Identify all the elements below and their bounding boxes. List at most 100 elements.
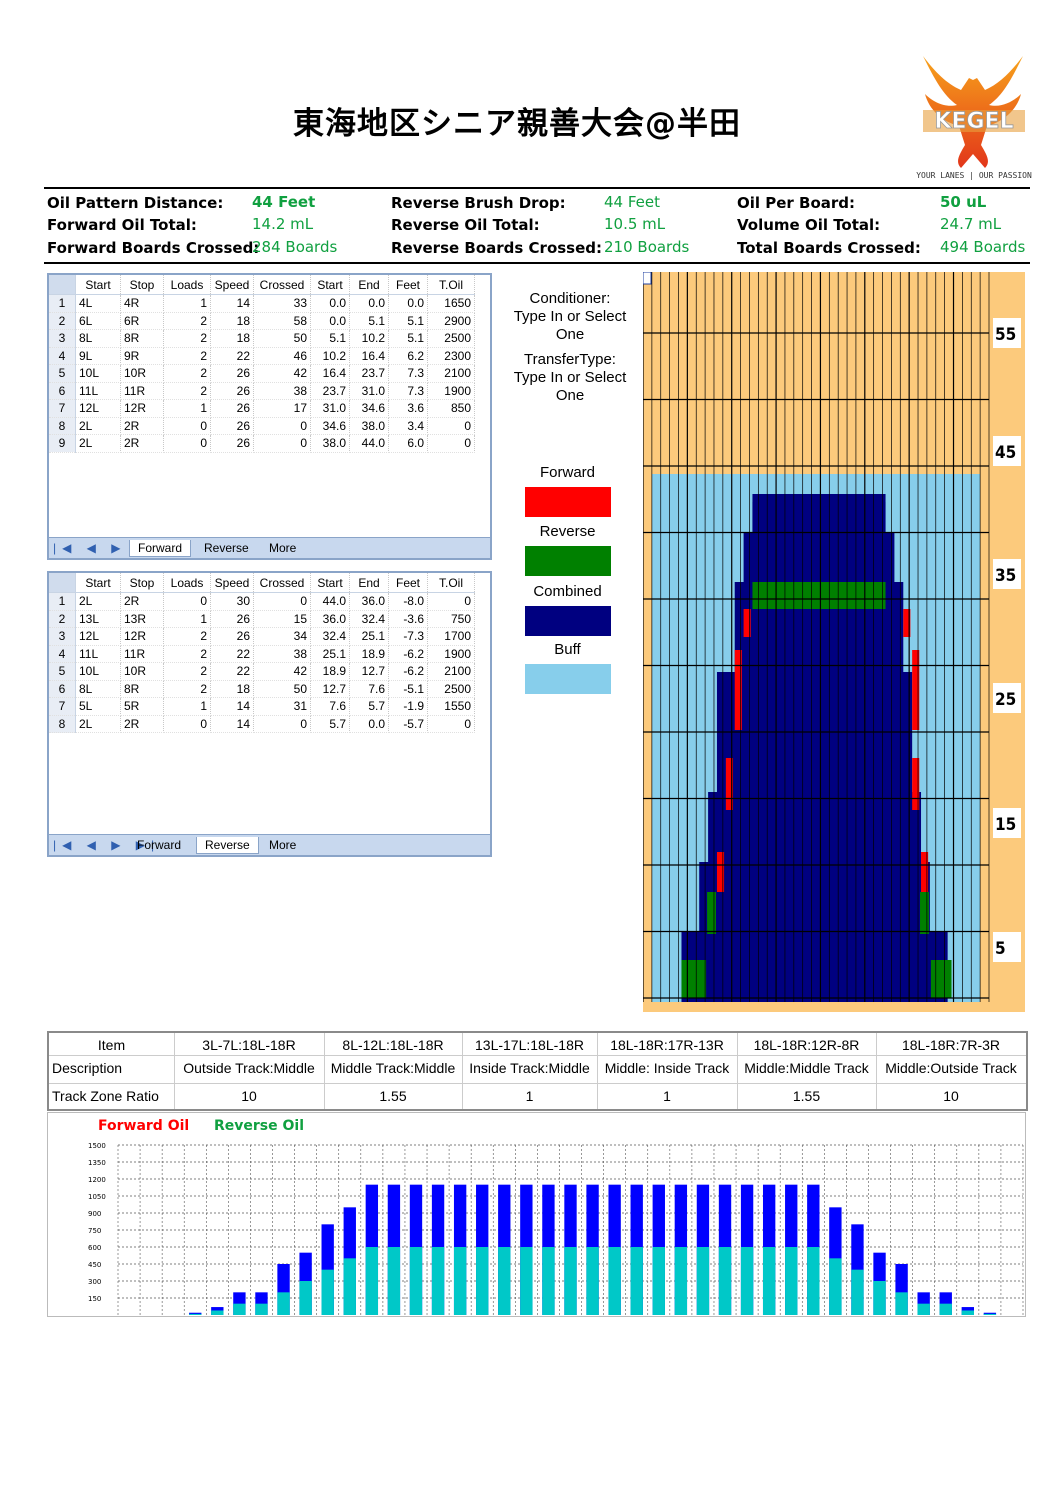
grid-cell[interactable]: 26 [210,399,254,418]
grid-cell[interactable]: 5.1 [310,329,350,348]
grid-cell[interactable]: 2 [163,680,211,698]
grid-cell[interactable]: 10.2 [310,347,350,365]
grid-cell[interactable]: 15 [253,610,311,628]
grid-cell[interactable]: 1 [163,294,211,313]
grid-cell[interactable]: 2300 [427,347,475,365]
grid-cell[interactable]: 34.6 [310,417,350,435]
grid-column-header[interactable]: Start [75,275,121,295]
grid-cell[interactable]: 11L [75,382,121,400]
grid-cell[interactable]: 16.4 [349,347,389,365]
grid-cell[interactable]: 10.2 [349,329,389,348]
row-number[interactable]: 3 [49,627,76,646]
grid-cell[interactable]: 10R [120,364,164,383]
row-number[interactable]: 8 [49,417,76,435]
grid-cell[interactable]: 2900 [427,312,475,330]
grid-cell[interactable]: 12R [120,399,164,418]
grid-cell[interactable]: 1700 [427,627,475,646]
grid-cell[interactable]: 5.1 [388,329,428,348]
row-number[interactable]: 5 [49,662,76,681]
grid-cell[interactable]: 38 [253,382,311,400]
tab-reverse[interactable]: Reverse [196,540,257,556]
grid-cell[interactable]: 31.0 [349,382,389,400]
grid-column-header[interactable]: Stop [120,275,164,295]
grid-cell[interactable]: 850 [427,399,475,418]
grid-cell[interactable]: 44.0 [310,592,350,611]
tab-more[interactable]: More [261,540,304,556]
grid-cell[interactable]: 22 [210,662,254,681]
grid-corner[interactable] [49,275,76,295]
grid-cell[interactable]: 14 [210,294,254,313]
grid-cell[interactable]: 25.1 [310,645,350,663]
grid-column-header[interactable]: Speed [210,573,254,593]
grid-cell[interactable]: 11R [120,382,164,400]
grid-column-header[interactable]: Speed [210,275,254,295]
grid-cell[interactable]: 0 [427,434,475,453]
grid-cell[interactable]: 23.7 [310,382,350,400]
grid-cell[interactable]: 0 [163,592,211,611]
grid-cell[interactable]: 42 [253,662,311,681]
grid-cell[interactable]: 31.0 [310,399,350,418]
grid-cell[interactable]: 14 [210,715,254,733]
row-number[interactable]: 7 [49,697,76,716]
grid-cell[interactable]: 6.2 [388,347,428,365]
grid-column-header[interactable]: Crossed [253,275,311,295]
grid-cell[interactable]: 6L [75,312,121,330]
grid-cell[interactable]: 10L [75,364,121,383]
grid-column-header[interactable]: Loads [163,573,211,593]
grid-column-header[interactable]: Feet [388,275,428,295]
grid-cell[interactable]: 0 [427,715,475,733]
grid-cell[interactable]: 50 [253,329,311,348]
grid-cell[interactable]: 2 [163,347,211,365]
grid-cell[interactable]: 18.9 [310,662,350,681]
row-number[interactable]: 6 [49,382,76,400]
grid-cell[interactable]: 12.7 [349,662,389,681]
grid-column-header[interactable]: Start [310,573,350,593]
grid-cell[interactable]: 8R [120,680,164,698]
grid-cell[interactable]: 11L [75,645,121,663]
grid-cell[interactable]: 26 [210,434,254,453]
row-number[interactable]: 4 [49,645,76,663]
grid-cell[interactable]: 6.0 [388,434,428,453]
grid-cell[interactable]: 2L [75,434,121,453]
grid-cell[interactable]: 26 [210,382,254,400]
grid-cell[interactable]: 5.1 [388,312,428,330]
grid-cell[interactable]: 0 [163,417,211,435]
tab-forward[interactable]: Forward [129,540,192,557]
grid-cell[interactable]: 25.1 [349,627,389,646]
row-number[interactable]: 1 [49,592,76,611]
grid-cell[interactable]: 750 [427,610,475,628]
grid-cell[interactable]: 32.4 [349,610,389,628]
grid-cell[interactable]: 4L [75,294,121,313]
grid-cell[interactable]: 9L [75,347,121,365]
row-number[interactable]: 4 [49,347,76,365]
grid-cell[interactable]: 6R [120,312,164,330]
grid-cell[interactable]: 2500 [427,680,475,698]
grid-cell[interactable]: 0 [253,715,311,733]
grid-corner[interactable] [49,573,76,593]
grid-cell[interactable]: 32.4 [310,627,350,646]
row-number[interactable]: 2 [49,610,76,628]
grid-cell[interactable]: 13L [75,610,121,628]
grid-cell[interactable]: 5.7 [349,697,389,716]
grid-cell[interactable]: 36.0 [310,610,350,628]
grid-cell[interactable]: 1 [163,399,211,418]
row-number[interactable]: 9 [49,434,76,453]
grid-cell[interactable]: 38.0 [349,417,389,435]
grid-column-header[interactable]: Start [75,573,121,593]
grid-cell[interactable]: 50 [253,680,311,698]
grid-cell[interactable]: 3.6 [388,399,428,418]
grid-cell[interactable]: 1650 [427,294,475,313]
grid-cell[interactable]: 0.0 [310,312,350,330]
grid-cell[interactable]: 0 [163,715,211,733]
tab-reverse[interactable]: Reverse [196,837,259,854]
grid-cell[interactable]: 0 [163,434,211,453]
grid-cell[interactable]: 0 [253,434,311,453]
grid-cell[interactable]: 38.0 [310,434,350,453]
grid-cell[interactable]: 1550 [427,697,475,716]
grid-cell[interactable]: 0 [427,592,475,611]
grid-cell[interactable]: 1900 [427,645,475,663]
grid-cell[interactable]: 16.4 [310,364,350,383]
grid-cell[interactable]: 1900 [427,382,475,400]
grid-cell[interactable]: 18 [210,329,254,348]
grid-cell[interactable]: 10L [75,662,121,681]
